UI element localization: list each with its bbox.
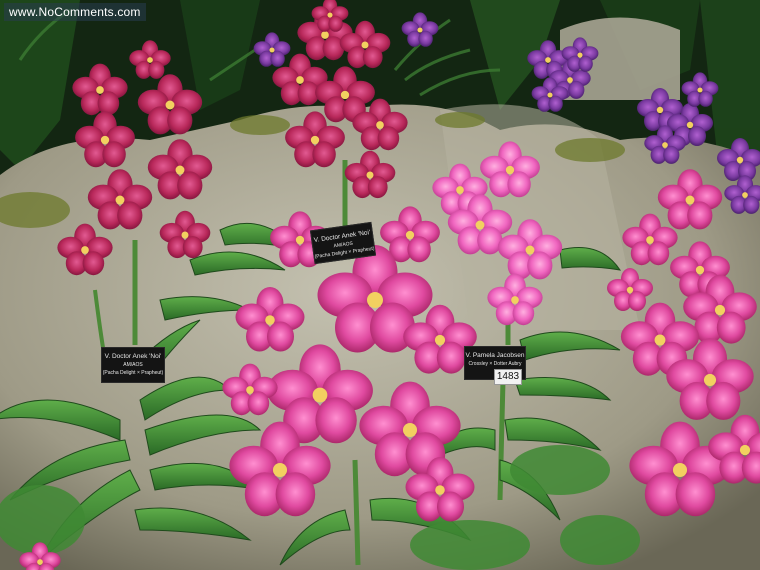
orchid-scene <box>0 0 760 570</box>
plant-label-left: V. Doctor Anek 'Noi' AM/AOS (Pacha Delig… <box>101 347 165 383</box>
plant-label-name: V. Pamela Jacobsen <box>465 352 525 359</box>
plant-label-award: AM/AOS <box>123 362 143 368</box>
watermark: www.NoComments.com <box>4 3 146 21</box>
plant-number-tag: 1483 <box>494 369 522 385</box>
plant-label-name: V. Doctor Anek 'Noi' <box>104 353 162 360</box>
plant-label-parentage: Crossley × Dotter Aubry <box>468 361 522 367</box>
plant-label-parentage: (Pacha Delight × Prapheut) <box>102 370 164 376</box>
orchid-photo: www.NoComments.com V. Doctor Anek 'Noi' … <box>0 0 760 570</box>
